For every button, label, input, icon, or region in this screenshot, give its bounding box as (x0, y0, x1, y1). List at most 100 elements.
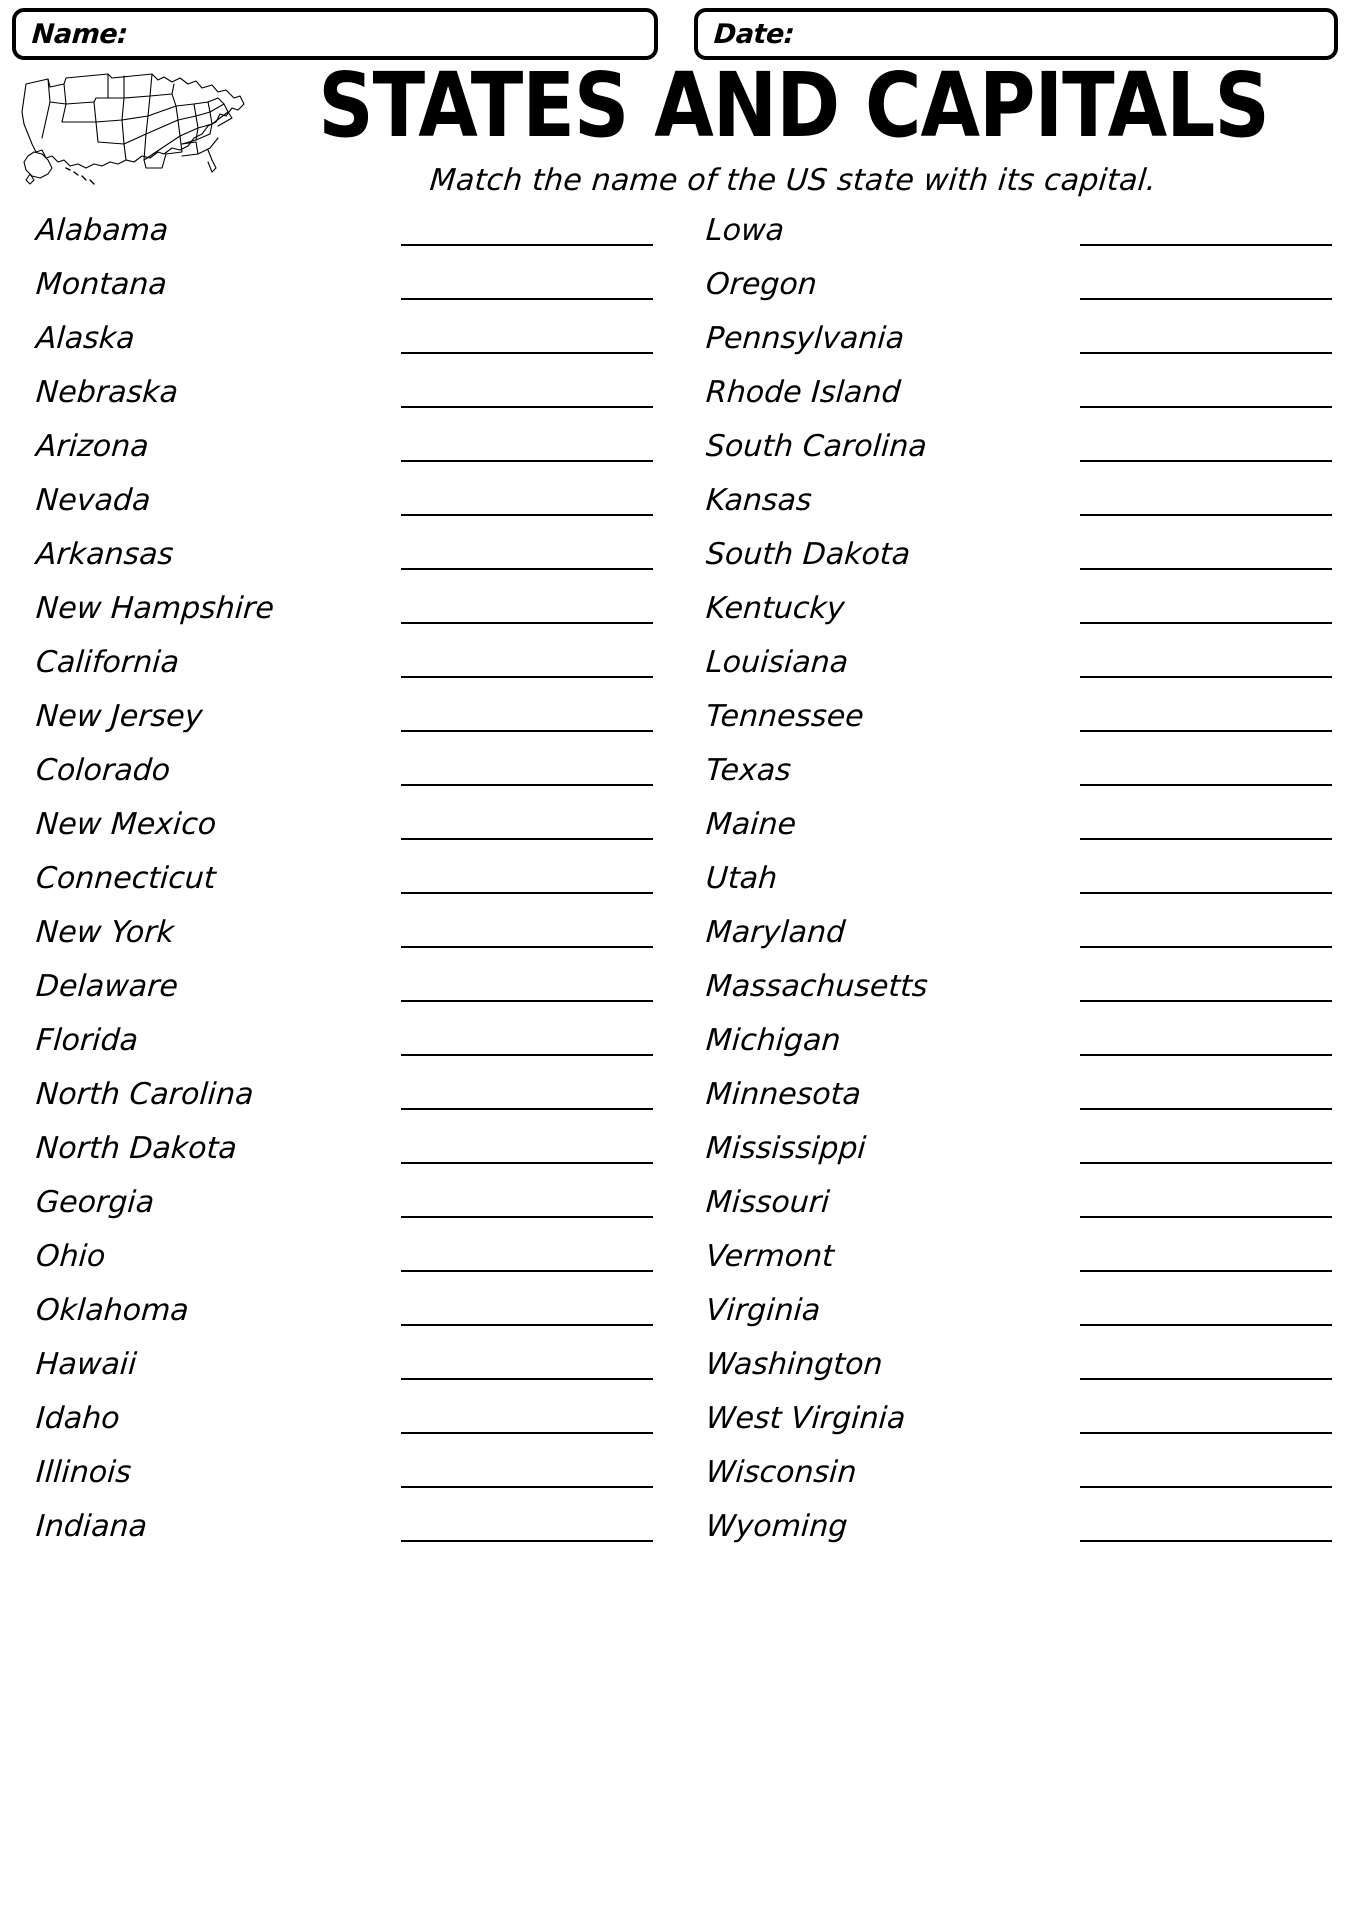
answer-line[interactable] (1080, 1108, 1332, 1110)
answer-line[interactable] (1080, 892, 1332, 894)
state-name: Massachusetts (704, 969, 929, 1004)
answer-line[interactable] (401, 1270, 653, 1272)
answer-line[interactable] (401, 622, 653, 624)
answer-line[interactable] (1080, 1486, 1332, 1488)
answer-line[interactable] (1080, 1216, 1332, 1218)
name-field-box[interactable]: Name: (12, 8, 658, 60)
answer-line[interactable] (401, 730, 653, 732)
match-row: Wisconsin (680, 1455, 1340, 1512)
state-name: New Mexico (34, 807, 218, 842)
state-name: Kentucky (704, 591, 846, 626)
answer-line[interactable] (1080, 1054, 1332, 1056)
match-row: Hawaii (10, 1347, 675, 1404)
state-name: New York (34, 915, 176, 950)
answer-line[interactable] (1080, 1432, 1332, 1434)
answer-line[interactable] (401, 460, 653, 462)
title-block: STATES AND CAPITALS Match the name of th… (247, 62, 1350, 198)
answer-line[interactable] (401, 352, 653, 354)
answer-line[interactable] (401, 1162, 653, 1164)
date-label: Date: (712, 18, 796, 50)
answer-line[interactable] (1080, 1162, 1332, 1164)
state-name: Oklahoma (34, 1293, 190, 1328)
state-name: Florida (34, 1023, 140, 1058)
match-row: Tennessee (680, 699, 1340, 756)
answer-line[interactable] (1080, 730, 1332, 732)
match-row: Utah (680, 861, 1340, 918)
left-column: Alabama Montana Alaska Nebraska Arizona Nevad… (10, 213, 675, 1566)
match-row: Lowa (680, 213, 1340, 270)
answer-line[interactable] (401, 298, 653, 300)
match-row: New Mexico (10, 807, 675, 864)
answer-line[interactable] (401, 1540, 653, 1542)
match-row: Kansas (680, 483, 1340, 540)
answer-line[interactable] (401, 838, 653, 840)
match-row: South Carolina (680, 429, 1340, 486)
answer-line[interactable] (401, 784, 653, 786)
state-name: Washington (704, 1347, 884, 1382)
answer-line[interactable] (401, 1486, 653, 1488)
answer-line[interactable] (1080, 1378, 1332, 1380)
state-name: North Dakota (34, 1131, 239, 1166)
answer-line[interactable] (401, 1054, 653, 1056)
answer-line[interactable] (1080, 622, 1332, 624)
answer-line[interactable] (1080, 676, 1332, 678)
header-fields: Name: Date: (0, 0, 1350, 62)
answer-line[interactable] (401, 1000, 653, 1002)
state-name: Pennsylvania (704, 321, 906, 356)
answer-line[interactable] (1080, 460, 1332, 462)
matching-columns: Alabama Montana Alaska Nebraska Arizona Nevad… (0, 202, 1350, 1566)
answer-line[interactable] (401, 514, 653, 516)
match-row: Wyoming (680, 1509, 1340, 1566)
answer-line[interactable] (1080, 946, 1332, 948)
state-name: Idaho (34, 1401, 121, 1436)
answer-line[interactable] (401, 1216, 653, 1218)
answer-line[interactable] (1080, 838, 1332, 840)
answer-line[interactable] (401, 244, 653, 246)
answer-line[interactable] (401, 1324, 653, 1326)
answer-line[interactable] (401, 892, 653, 894)
match-row: Oregon (680, 267, 1340, 324)
state-name: Virginia (704, 1293, 822, 1328)
match-row: Michigan (680, 1023, 1340, 1080)
answer-line[interactable] (1080, 406, 1332, 408)
answer-line[interactable] (401, 1378, 653, 1380)
answer-line[interactable] (1080, 1324, 1332, 1326)
state-name: West Virginia (704, 1401, 907, 1436)
name-label: Name: (30, 18, 129, 50)
state-name: New Jersey (34, 699, 204, 734)
answer-line[interactable] (1080, 514, 1332, 516)
answer-line[interactable] (1080, 298, 1332, 300)
answer-line[interactable] (401, 946, 653, 948)
match-row: Indiana (10, 1509, 675, 1566)
match-row: Colorado (10, 753, 675, 810)
answer-line[interactable] (1080, 244, 1332, 246)
answer-line[interactable] (401, 1432, 653, 1434)
match-row: Pennsylvania (680, 321, 1340, 378)
date-field-box[interactable]: Date: (694, 8, 1338, 60)
match-row: Ohio (10, 1239, 675, 1296)
match-row: Virginia (680, 1293, 1340, 1350)
state-name: Utah (704, 861, 779, 896)
answer-line[interactable] (1080, 352, 1332, 354)
match-row: Georgia (10, 1185, 675, 1242)
answer-line[interactable] (401, 568, 653, 570)
answer-line[interactable] (401, 406, 653, 408)
match-row: Delaware (10, 969, 675, 1026)
answer-line[interactable] (1080, 1000, 1332, 1002)
answer-line[interactable] (1080, 1540, 1332, 1542)
match-row: Minnesota (680, 1077, 1340, 1134)
match-row: Massachusetts (680, 969, 1340, 1026)
match-row: North Dakota (10, 1131, 675, 1188)
answer-line[interactable] (1080, 784, 1332, 786)
answer-line[interactable] (401, 1108, 653, 1110)
state-name: Rhode Island (704, 375, 902, 410)
match-row: Mississippi (680, 1131, 1340, 1188)
answer-line[interactable] (1080, 568, 1332, 570)
state-name: Maine (704, 807, 798, 842)
match-row: Alaska (10, 321, 675, 378)
state-name: Tennessee (704, 699, 865, 734)
match-row: Vermont (680, 1239, 1340, 1296)
answer-line[interactable] (1080, 1270, 1332, 1272)
answer-line[interactable] (401, 676, 653, 678)
match-row: West Virginia (680, 1401, 1340, 1458)
